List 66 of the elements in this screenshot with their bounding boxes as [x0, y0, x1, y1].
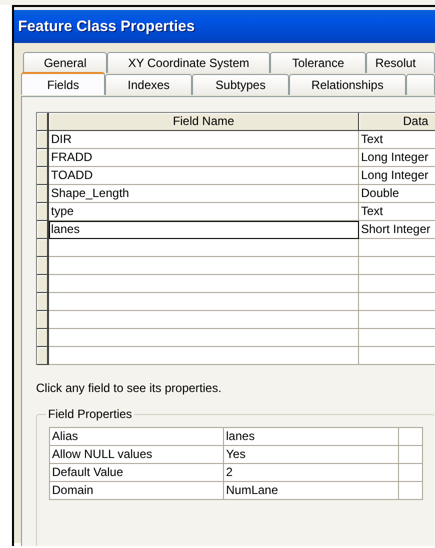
row-selector[interactable] [37, 329, 49, 347]
table-cell[interactable] [399, 428, 423, 446]
property-name: Alias [50, 428, 224, 446]
tab[interactable]: XY Coordinate System [107, 52, 270, 73]
table-cell[interactable]: DIR [49, 131, 359, 149]
row-selector[interactable] [37, 257, 49, 275]
row-selector[interactable] [37, 167, 49, 185]
property-name: Domain [50, 482, 224, 500]
grid-corner [37, 113, 49, 131]
table-cell[interactable] [359, 347, 435, 365]
row-selector[interactable] [37, 203, 49, 221]
table-cell[interactable] [359, 311, 435, 329]
table-cell[interactable] [49, 347, 359, 365]
property-value[interactable]: NumLane [224, 482, 399, 500]
column-header[interactable]: Field Name [49, 113, 359, 131]
row-selector[interactable] [37, 311, 49, 329]
table-cell[interactable] [49, 311, 359, 329]
table-cell[interactable] [49, 275, 359, 293]
tab[interactable]: Subtypes [192, 74, 289, 95]
table-cell[interactable]: Text [359, 203, 435, 221]
table-cell[interactable]: Long Integer [359, 167, 435, 185]
row-selector[interactable] [37, 131, 49, 149]
property-value[interactable]: lanes [224, 428, 399, 446]
table-cell[interactable]: TOADD [49, 167, 359, 185]
table-cell[interactable]: Long Integer [359, 149, 435, 167]
tab[interactable]: Tolerance [270, 52, 366, 73]
table-cell[interactable]: lanes [49, 221, 359, 239]
row-selector[interactable] [37, 275, 49, 293]
table-cell[interactable] [399, 446, 423, 464]
table-cell[interactable] [399, 482, 423, 500]
table-cell[interactable] [49, 293, 359, 311]
hint-text: Click any field to see its properties. [36, 381, 222, 395]
row-selector[interactable] [37, 185, 49, 203]
table-cell[interactable] [359, 329, 435, 347]
row-selector[interactable] [37, 347, 49, 365]
tab[interactable]: General [23, 52, 108, 73]
table-cell[interactable] [49, 257, 359, 275]
property-name: Allow NULL values [50, 446, 224, 464]
table-cell[interactable] [49, 239, 359, 257]
window-title: Feature Class Properties [14, 10, 435, 43]
row-selector[interactable] [37, 221, 49, 239]
row-selector[interactable] [37, 293, 49, 311]
table-cell[interactable] [359, 239, 435, 257]
column-header[interactable]: Data [359, 113, 435, 131]
row-selector[interactable] [37, 149, 49, 167]
table-cell[interactable]: FRADD [49, 149, 359, 167]
table-cell[interactable]: Text [359, 131, 435, 149]
table-cell[interactable] [359, 275, 435, 293]
table-cell[interactable] [399, 464, 423, 482]
property-name: Default Value [50, 464, 224, 482]
tab[interactable]: Relationships [288, 74, 406, 95]
tab[interactable]: Indexes [105, 74, 192, 95]
table-cell[interactable] [359, 293, 435, 311]
table-cell[interactable]: type [49, 203, 359, 221]
tab[interactable] [406, 74, 435, 95]
property-value[interactable]: Yes [224, 446, 399, 464]
property-value[interactable]: 2 [224, 464, 399, 482]
table-cell[interactable] [49, 329, 359, 347]
table-cell[interactable] [359, 257, 435, 275]
row-selector[interactable] [37, 239, 49, 257]
tab[interactable]: Resolut [366, 52, 435, 73]
group-title: Field Properties [47, 407, 134, 421]
tab[interactable]: Fields [21, 72, 106, 95]
table-cell[interactable]: Short Integer [359, 221, 435, 239]
table-cell[interactable]: Shape_Length [49, 185, 359, 203]
table-cell[interactable]: Double [359, 185, 435, 203]
